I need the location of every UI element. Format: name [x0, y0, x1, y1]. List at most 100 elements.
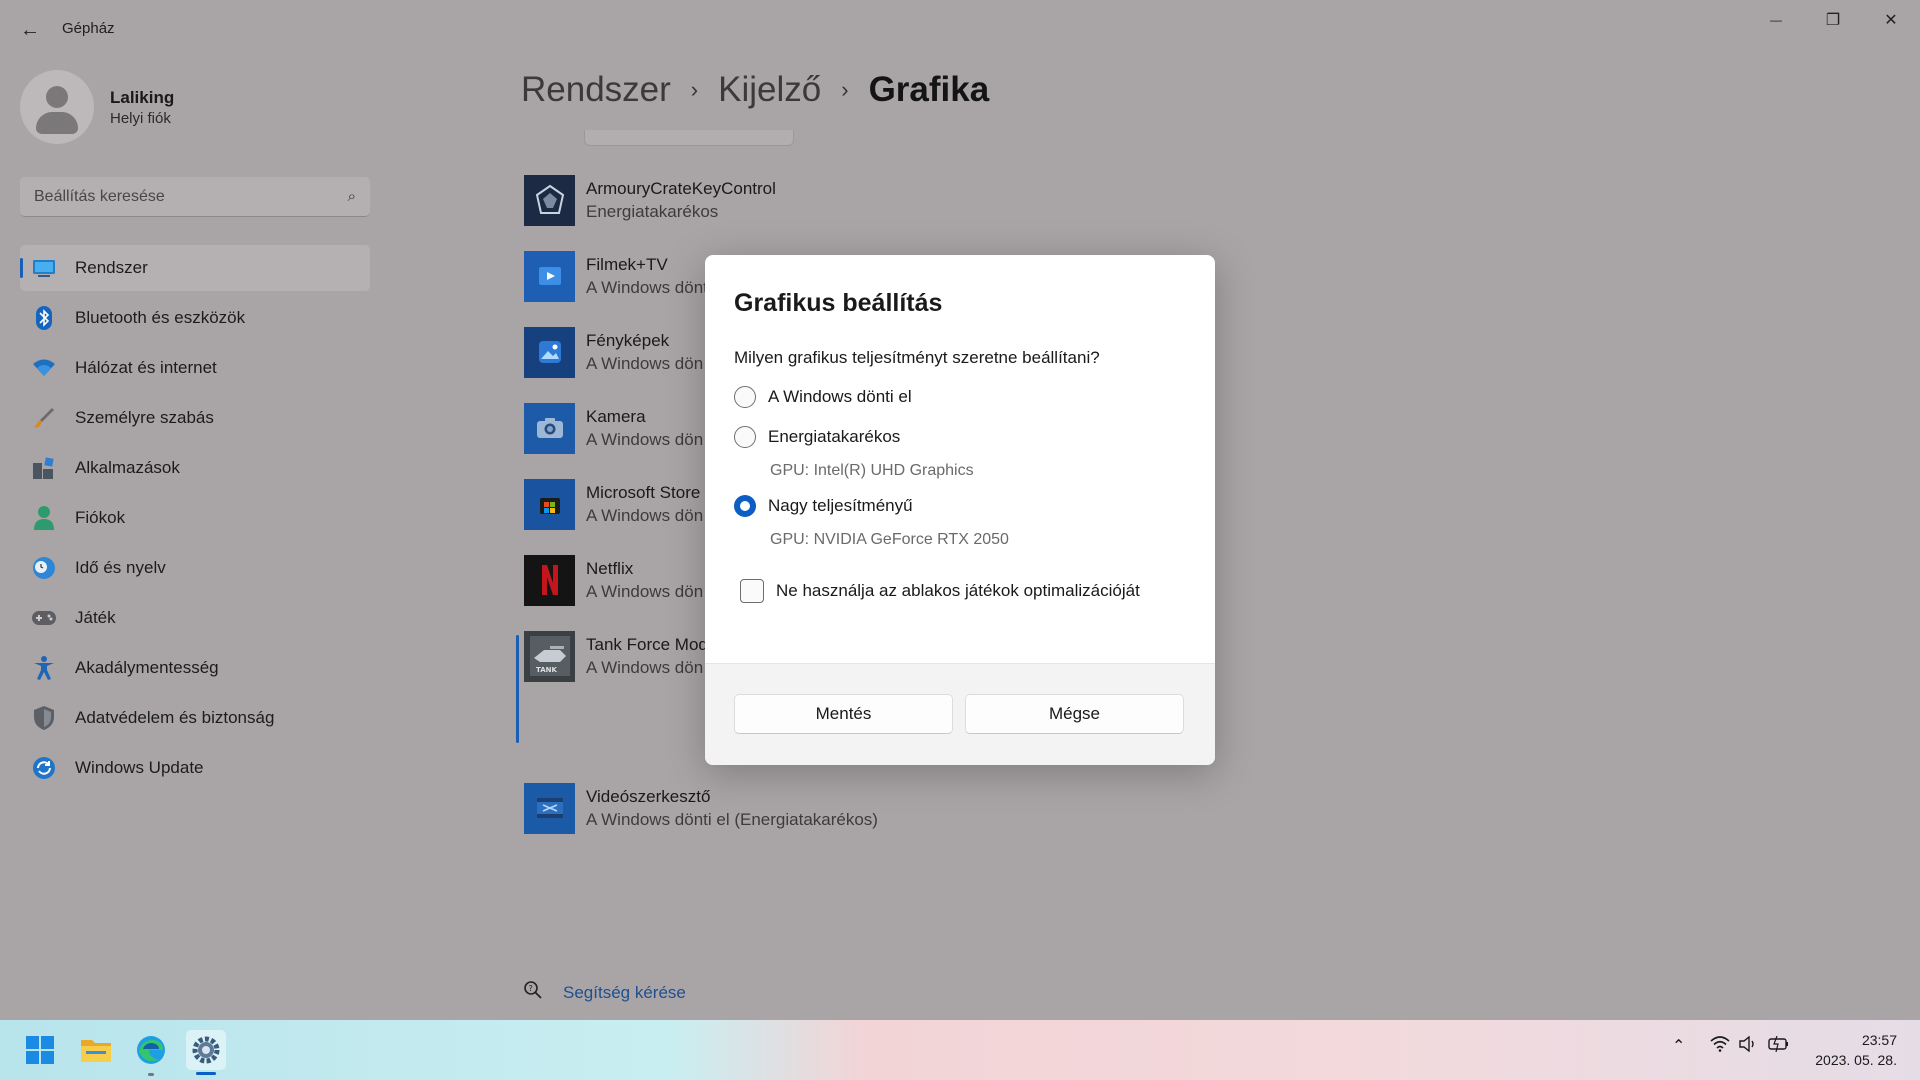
option-power-saving[interactable]: Energiatakarékos — [734, 426, 900, 448]
accessibility-icon — [32, 656, 56, 680]
photos-icon — [524, 326, 575, 378]
checkbox[interactable] — [740, 579, 764, 603]
restore-icon: ❐ — [1825, 12, 1841, 29]
option-label: A Windows dönti el — [768, 387, 912, 406]
sidebar-item-windows-update[interactable]: Windows Update — [20, 745, 370, 791]
breadcrumb-kijelzo[interactable]: Kijelző — [718, 70, 821, 110]
breadcrumb-separator: › — [690, 77, 699, 102]
help-icon: ? — [523, 980, 543, 1005]
apps-icon — [32, 456, 56, 480]
option-windows-decides[interactable]: A Windows dönti el — [734, 386, 912, 408]
video-editor-icon — [524, 782, 575, 834]
sidebar-item-accessibility[interactable]: Akadálymentesség — [20, 645, 370, 691]
app-name: Tank Force Mod — [586, 634, 708, 654]
expanded-indicator — [516, 635, 519, 743]
file-explorer-icon[interactable] — [76, 1030, 116, 1070]
list-item[interactable]: Videószerkesztő A Windows dönti el (Ener… — [524, 778, 878, 838]
sidebar-item-label: Fiókok — [75, 508, 126, 527]
breadcrumb-separator: › — [841, 77, 849, 102]
graphics-preference-dialog: Grafikus beállítás Milyen grafikus telje… — [705, 255, 1215, 765]
radio-button[interactable] — [734, 386, 756, 408]
volume-icon[interactable] — [1738, 1035, 1758, 1057]
breadcrumb-rendszer[interactable]: Rendszer — [521, 70, 671, 110]
sidebar-item-gaming[interactable]: Játék — [20, 595, 370, 641]
sidebar-item-label: Akadálymentesség — [75, 658, 219, 677]
dialog-title: Grafikus beállítás — [734, 289, 943, 317]
sidebar-item-network[interactable]: Hálózat és internet — [20, 345, 370, 391]
gamepad-icon — [32, 606, 56, 630]
list-item[interactable]: Fényképek A Windows dön — [524, 322, 703, 382]
system-icon — [32, 256, 56, 280]
clock[interactable]: 23:57 2023. 05. 28. — [1815, 1030, 1897, 1070]
list-item[interactable]: TANK Tank Force Mod A Windows dön — [524, 626, 708, 686]
settings-icon[interactable] — [186, 1030, 226, 1070]
wifi-tray-icon[interactable] — [1710, 1036, 1730, 1057]
clock-time: 23:57 — [1861, 1032, 1897, 1048]
search-input[interactable]: Beállítás keresése ⌕ — [20, 177, 370, 217]
list-item[interactable]: ArmouryCrateKeyControl Energiatakarékos — [524, 170, 776, 230]
sidebar-item-apps[interactable]: Alkalmazások — [20, 445, 370, 491]
sidebar-item-privacy[interactable]: Adatvédelem és biztonság — [20, 695, 370, 741]
breadcrumb-grafika: Grafika — [868, 70, 990, 109]
globe-clock-icon — [32, 556, 56, 580]
netflix-icon — [524, 554, 575, 606]
running-indicator — [148, 1073, 154, 1076]
avatar — [20, 70, 94, 144]
list-item[interactable]: Netflix A Windows dön — [524, 550, 703, 610]
app-name: Microsoft Store — [586, 482, 701, 502]
start-icon[interactable] — [20, 1030, 60, 1070]
sidebar-item-rendszer[interactable]: Rendszer — [20, 245, 370, 291]
back-button[interactable]: ← — [16, 16, 44, 44]
clock-date: 2023. 05. 28. — [1815, 1052, 1897, 1068]
camera-icon — [524, 402, 575, 454]
sidebar-item-accounts[interactable]: Fiókok — [20, 495, 370, 541]
sidebar-item-label: Hálózat és internet — [75, 358, 217, 377]
app-name: ArmouryCrateKeyControl — [586, 178, 776, 198]
active-app-indicator — [196, 1072, 216, 1075]
microsoft-store-icon — [524, 478, 575, 530]
breadcrumb: Rendszer › Kijelző › Grafika — [521, 70, 989, 110]
list-item[interactable]: Microsoft Store A Windows dön — [524, 474, 703, 534]
radio-button-selected[interactable] — [734, 495, 756, 517]
option-high-performance[interactable]: Nagy teljesítményű — [734, 495, 913, 517]
partial-button[interactable] — [584, 130, 794, 146]
sidebar-item-personalization[interactable]: Személyre szabás — [20, 395, 370, 441]
radio-button[interactable] — [734, 426, 756, 448]
search-placeholder: Beállítás keresése — [34, 187, 165, 205]
bluetooth-icon — [32, 306, 56, 330]
app-setting: A Windows dön — [586, 505, 704, 525]
window-title: Gépház — [62, 20, 115, 37]
user-profile[interactable]: Laliking Helyi fiók — [20, 70, 174, 144]
sidebar-nav: Rendszer Bluetooth és eszközök Hálózat é… — [20, 245, 370, 795]
restore-button[interactable]: ❐ — [1810, 6, 1856, 34]
app-name: Filmek+TV — [586, 254, 668, 274]
windowed-optimization-checkbox-row[interactable]: Ne használja az ablakos játékok optimali… — [740, 579, 1140, 603]
app-setting: A Windows dönt — [586, 277, 708, 297]
help-link-label[interactable]: Segítség kérése — [563, 983, 686, 1003]
cancel-button[interactable]: Mégse — [965, 694, 1184, 734]
svg-text:TANK: TANK — [536, 666, 558, 674]
minimize-button[interactable]: — — [1753, 6, 1799, 34]
save-button[interactable]: Mentés — [734, 694, 953, 734]
app-setting: Energiatakarékos — [586, 201, 719, 221]
gpu-note-nvidia: GPU: NVIDIA GeForce RTX 2050 — [770, 531, 1009, 548]
sidebar-item-time-language[interactable]: Idő és nyelv — [20, 545, 370, 591]
update-icon — [32, 756, 56, 780]
help-link[interactable]: ? Segítség kérése — [523, 980, 686, 1005]
dialog-question: Milyen grafikus teljesítményt szeretne b… — [734, 348, 1100, 367]
edge-icon[interactable] — [131, 1030, 171, 1070]
back-arrow-icon: ← — [20, 18, 40, 41]
close-button[interactable]: ✕ — [1868, 6, 1914, 34]
battery-icon[interactable] — [1768, 1035, 1790, 1057]
sidebar-item-label: Adatvédelem és biztonság — [75, 708, 275, 727]
sidebar-item-label: Windows Update — [75, 758, 204, 777]
list-item[interactable]: Filmek+TV A Windows dönt — [524, 246, 708, 306]
tray-chevron-icon[interactable]: ⌃ — [1672, 1036, 1685, 1056]
option-label: Nagy teljesítményű — [768, 496, 913, 515]
sidebar-item-bluetooth[interactable]: Bluetooth és eszközök — [20, 295, 370, 341]
checkbox-label: Ne használja az ablakos játékok optimali… — [776, 581, 1140, 600]
wifi-icon — [32, 356, 56, 380]
app-setting: A Windows dön — [586, 353, 704, 373]
list-item[interactable]: Kamera A Windows dön — [524, 398, 703, 458]
brush-icon — [32, 406, 56, 430]
